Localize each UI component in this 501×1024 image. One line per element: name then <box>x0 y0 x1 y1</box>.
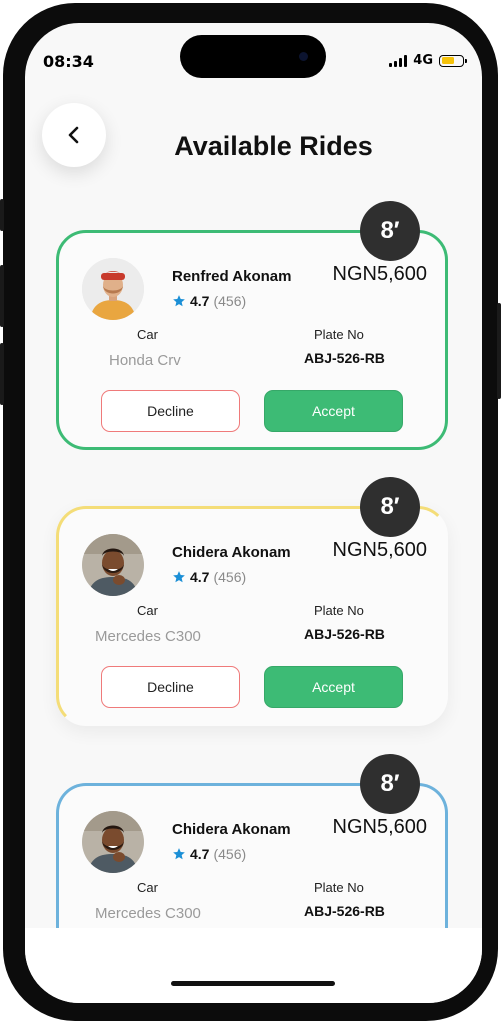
driver-name: Chidera Akonam <box>172 544 291 561</box>
driver-rating: 4.7 (456) <box>172 569 246 585</box>
driver-photo <box>82 811 144 873</box>
car-model: Mercedes C300 <box>95 628 201 645</box>
ride-price: NGN5,600 <box>332 539 428 561</box>
plate-label: Plate No <box>314 327 364 342</box>
driver-name: Chidera Akonam <box>172 821 291 838</box>
power-button <box>497 303 501 399</box>
decline-button[interactable]: Decline <box>101 666 240 708</box>
page-title: Available Rides <box>174 131 373 161</box>
plate-label: Plate No <box>314 880 364 895</box>
camera-icon <box>299 52 308 61</box>
driver-rating: 4.7 (456) <box>172 846 246 862</box>
driver-name: Renfred Akonam <box>172 268 292 285</box>
avatar <box>82 811 144 873</box>
plate-label: Plate No <box>314 603 364 618</box>
eta-badge: 8′ <box>360 754 420 814</box>
star-icon <box>173 571 185 583</box>
rating-value: 4.7 <box>190 846 210 862</box>
battery-icon <box>439 54 467 67</box>
accept-button[interactable]: Accept <box>264 390 403 432</box>
volume-down-button <box>0 343 4 405</box>
car-model: Mercedes C300 <box>95 905 201 922</box>
ride-price: NGN5,600 <box>332 816 428 838</box>
plate-number: ABJ-526-RB <box>304 626 385 642</box>
signal-icon <box>389 54 408 67</box>
star-icon <box>173 295 185 307</box>
decline-button[interactable]: Decline <box>101 390 240 432</box>
driver-photo <box>82 258 144 320</box>
ride-card: 8′ Renfred Akonam NGN5,600 4.7 (456) Car… <box>56 201 448 450</box>
status-time: 08:34 <box>43 52 94 71</box>
car-model: Honda Crv <box>109 352 181 369</box>
action-button <box>0 199 4 231</box>
accept-button[interactable]: Accept <box>264 666 403 708</box>
screen: 08:34 4G Available Rides 8′ Renfred Akon… <box>25 23 482 1003</box>
avatar <box>82 258 144 320</box>
volume-up-button <box>0 265 4 327</box>
rating-count: (456) <box>213 569 247 585</box>
car-label: Car <box>137 880 158 895</box>
eta-badge: 8′ <box>360 201 420 261</box>
car-label: Car <box>137 327 158 342</box>
driver-photo <box>82 534 144 596</box>
network-type: 4G <box>413 53 433 68</box>
home-indicator[interactable] <box>171 981 335 986</box>
rating-count: (456) <box>213 293 247 309</box>
star-icon <box>173 848 185 860</box>
avatar <box>82 534 144 596</box>
plate-number: ABJ-526-RB <box>304 350 385 366</box>
rating-value: 4.7 <box>190 293 210 309</box>
driver-rating: 4.7 (456) <box>172 293 246 309</box>
ride-card: 8′ Chidera Akonam NGN5,600 4.7 (456) Car… <box>56 477 448 726</box>
dynamic-island <box>180 35 326 78</box>
car-label: Car <box>137 603 158 618</box>
ride-price: NGN5,600 <box>332 263 428 285</box>
phone-frame: 08:34 4G Available Rides 8′ Renfred Akon… <box>0 3 501 1021</box>
rating-value: 4.7 <box>190 569 210 585</box>
status-indicators: 4G <box>389 53 467 68</box>
bottom-safe-area <box>25 928 482 1003</box>
rating-count: (456) <box>213 846 247 862</box>
plate-number: ABJ-526-RB <box>304 903 385 919</box>
eta-badge: 8′ <box>360 477 420 537</box>
